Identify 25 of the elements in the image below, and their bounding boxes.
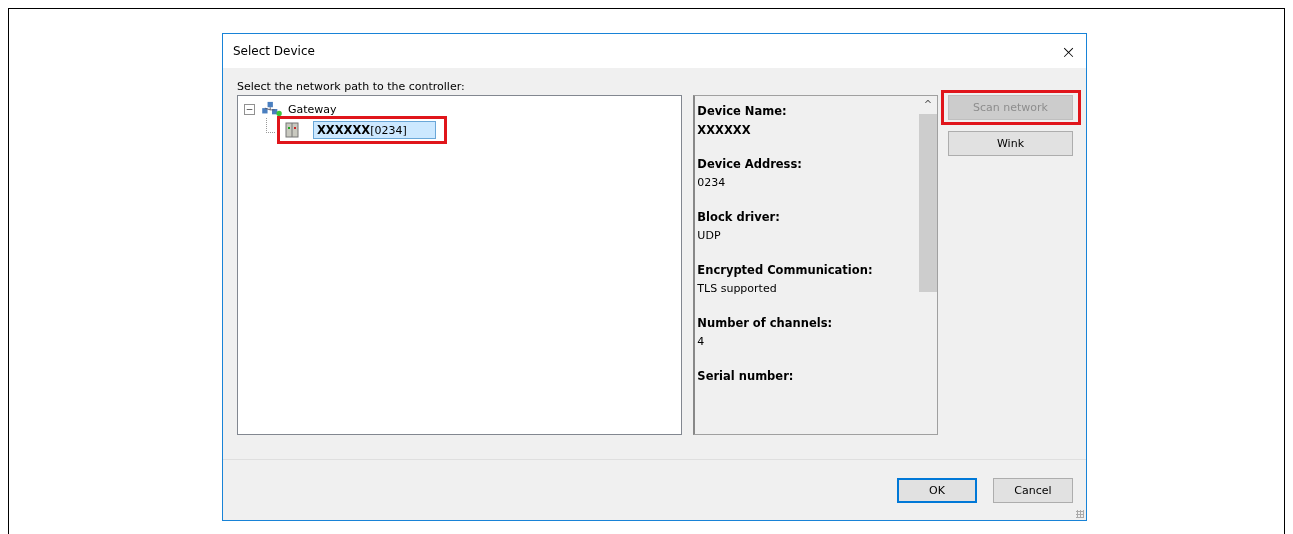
expand-toggle[interactable]: − (244, 103, 255, 115)
controller-icon (284, 122, 300, 138)
network-icon (261, 101, 283, 117)
window-title: Select Device (233, 44, 315, 58)
detail-value: 4 (697, 334, 706, 350)
detail-label: Device Address: (697, 156, 803, 173)
scroll-up-arrow[interactable]: ^ (923, 96, 933, 112)
detail-value: 0234 (697, 175, 727, 191)
detail-label: Number of channels: (697, 315, 834, 332)
tree-item[interactable]: XXXXXX[0234] (313, 121, 436, 139)
detail-label: Block driver: (697, 209, 781, 226)
close-button[interactable]: × (1056, 40, 1080, 62)
side-button[interactable]: Wink (948, 131, 1073, 156)
detail-value: XXXXXX (697, 122, 752, 139)
detail-value: TLS supported (697, 281, 778, 297)
detail-label: Serial number: (697, 368, 795, 385)
tree-item[interactable]: Gateway (286, 101, 339, 117)
resize-grip-icon[interactable] (1076, 510, 1084, 518)
detail-label: Device Name: (697, 103, 788, 120)
detail-value: UDP (697, 228, 722, 244)
prompt-label: Select the network path to the controller: (237, 80, 466, 93)
scrollbar-thumb[interactable] (919, 114, 937, 292)
dialog-button[interactable]: OK (897, 477, 977, 503)
detail-label: Encrypted Communication: (697, 262, 874, 279)
dialog-button[interactable]: Cancel (993, 477, 1073, 503)
